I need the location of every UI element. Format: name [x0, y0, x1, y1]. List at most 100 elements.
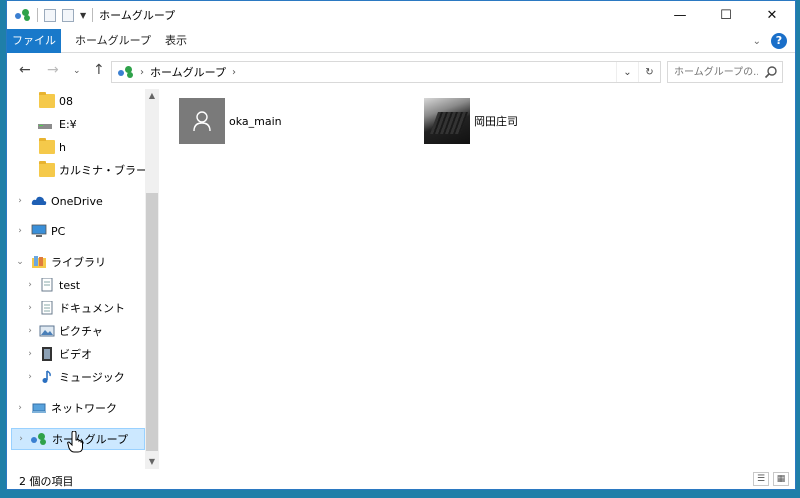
toolbar-divider	[37, 8, 38, 22]
tree-item-label: test	[59, 278, 81, 292]
expand-chevron-icon[interactable]: ›	[25, 349, 35, 359]
document-icon	[41, 278, 53, 292]
item-name: 岡田庄司	[474, 115, 518, 128]
view-switcher: ☰ ▦	[753, 472, 789, 486]
folder-icon	[39, 138, 55, 154]
maximize-button[interactable]: ☐	[703, 1, 749, 29]
tree-item-pictures[interactable]: › ピクチャ	[7, 320, 147, 342]
window-controls: — ☐ ✕	[657, 1, 795, 29]
minimize-button[interactable]: —	[657, 1, 703, 29]
tree-item-carmina-burana[interactable]: カルミナ・ブラーナ	[7, 159, 158, 181]
quick-access-toolbar: ▼ ホームグループ	[15, 7, 175, 23]
folder-icon	[39, 92, 55, 108]
expand-chevron-icon[interactable]: ›	[15, 403, 25, 413]
expand-chevron-icon[interactable]: ›	[15, 226, 25, 236]
search-input[interactable]	[668, 62, 758, 82]
content-area: oka_main 岡田庄司	[159, 89, 795, 469]
tree-item-label: 08	[59, 94, 73, 108]
search-icon[interactable]	[764, 65, 778, 79]
close-button[interactable]: ✕	[749, 1, 795, 29]
cloud-icon	[31, 196, 47, 205]
address-dropdown-icon[interactable]: ⌄	[616, 62, 638, 82]
back-button[interactable]: ←	[19, 62, 31, 78]
ribbon-tabs: ファイル ホームグループ 表示 ⌄ ?	[7, 29, 795, 53]
homegroup-icon	[31, 433, 47, 447]
tree-item-label: カルミナ・ブラーナ	[59, 164, 158, 177]
expand-chevron-icon[interactable]: ›	[25, 303, 35, 313]
ribbon-right-controls: ⌄ ?	[753, 33, 787, 49]
tree-item-drive-e[interactable]: E:¥	[7, 113, 147, 135]
tab-file[interactable]: ファイル	[7, 29, 61, 53]
tree-item-label: ホームグループ	[52, 433, 129, 446]
new-folder-icon[interactable]	[62, 8, 74, 22]
tree-item-documents[interactable]: › ドキュメント	[7, 297, 147, 319]
tree-item-onedrive[interactable]: › OneDrive	[7, 190, 147, 212]
library-icon	[32, 256, 46, 268]
tree-item-pc[interactable]: › PC	[7, 220, 147, 242]
expand-chevron-icon[interactable]: ›	[16, 434, 26, 444]
expand-chevron-icon[interactable]: ›	[25, 280, 35, 290]
refresh-icon[interactable]: ↻	[638, 62, 660, 82]
up-button[interactable]: ↑	[93, 62, 105, 78]
search-box[interactable]	[667, 61, 783, 83]
navigation-pane: 08 E:¥ h カルミナ・ブラーナ › OneDrive › PC ⌄ ライブ…	[7, 89, 159, 469]
recent-locations-chevron-icon[interactable]: ⌄	[73, 66, 81, 76]
expand-chevron-icon[interactable]: ›	[15, 196, 25, 206]
scrollbar-thumb[interactable]	[146, 193, 158, 451]
breadcrumb-homegroup[interactable]: ホームグループ	[150, 64, 226, 80]
tree-item-libraries[interactable]: ⌄ ライブラリ	[7, 251, 147, 273]
forward-button[interactable]: →	[47, 62, 59, 78]
homegroup-icon	[15, 9, 31, 21]
collapse-chevron-icon[interactable]: ⌄	[15, 257, 25, 267]
drive-icon	[38, 124, 52, 129]
large-icons-view-icon[interactable]: ▦	[773, 472, 789, 486]
tree-item-test[interactable]: › test	[7, 274, 147, 296]
title-bar: ▼ ホームグループ — ☐ ✕	[7, 1, 795, 29]
tree-item-network[interactable]: › ネットワーク	[7, 397, 147, 419]
tree-item-label: ビデオ	[59, 348, 92, 361]
details-view-icon[interactable]: ☰	[753, 472, 769, 486]
tree-item-label: PC	[51, 224, 66, 238]
address-controls: ⌄ ↻	[616, 62, 660, 82]
tree-item-h[interactable]: h	[7, 136, 147, 158]
tree-item-music[interactable]: › ミュージック	[7, 366, 147, 388]
item-count: 2 個の項目	[19, 475, 74, 488]
nav-pane-scrollbar[interactable]: ▲ ▼	[145, 89, 159, 469]
tree-item-08[interactable]: 08	[7, 90, 147, 112]
scroll-up-icon[interactable]: ▲	[145, 89, 159, 103]
tree-item-label: ライブラリ	[51, 256, 106, 269]
network-icon	[32, 403, 46, 413]
folder-icon	[39, 161, 55, 177]
customize-toolbar-chevron-icon[interactable]: ▼	[80, 11, 86, 20]
photo-thumbnail	[424, 98, 470, 144]
properties-icon[interactable]	[44, 8, 56, 22]
breadcrumb-separator-icon[interactable]: ›	[140, 67, 144, 78]
monitor-icon	[31, 224, 47, 237]
expand-ribbon-chevron-icon[interactable]: ⌄	[753, 36, 761, 47]
expand-chevron-icon[interactable]: ›	[25, 372, 35, 382]
item-name: oka_main	[229, 114, 282, 128]
homegroup-user-oka-main[interactable]: oka_main	[179, 97, 282, 145]
video-icon	[42, 347, 52, 361]
window-title: ホームグループ	[99, 9, 176, 22]
homegroup-icon	[118, 66, 134, 78]
tree-item-label: ピクチャ	[59, 325, 103, 338]
tree-item-label: ネットワーク	[51, 402, 117, 415]
tree-item-label: ドキュメント	[59, 302, 125, 315]
address-bar[interactable]: › ホームグループ › ⌄ ↻	[111, 61, 661, 83]
expand-chevron-icon[interactable]: ›	[25, 326, 35, 336]
picture-icon	[39, 325, 55, 337]
tab-homegroup[interactable]: ホームグループ	[63, 29, 163, 53]
tree-item-label: OneDrive	[51, 194, 103, 208]
homegroup-user-okada[interactable]: 岡田庄司	[424, 97, 518, 145]
help-icon[interactable]: ?	[771, 33, 787, 49]
breadcrumb-separator-icon[interactable]: ›	[232, 67, 236, 78]
tree-item-videos[interactable]: › ビデオ	[7, 343, 147, 365]
music-icon	[42, 370, 51, 383]
toolbar-divider	[92, 8, 94, 22]
tab-view[interactable]: 表示	[153, 29, 199, 53]
tree-item-label: E:¥	[59, 117, 77, 131]
user-icon	[179, 98, 225, 144]
scroll-down-icon[interactable]: ▼	[145, 455, 159, 469]
tree-item-label: ミュージック	[59, 371, 125, 384]
